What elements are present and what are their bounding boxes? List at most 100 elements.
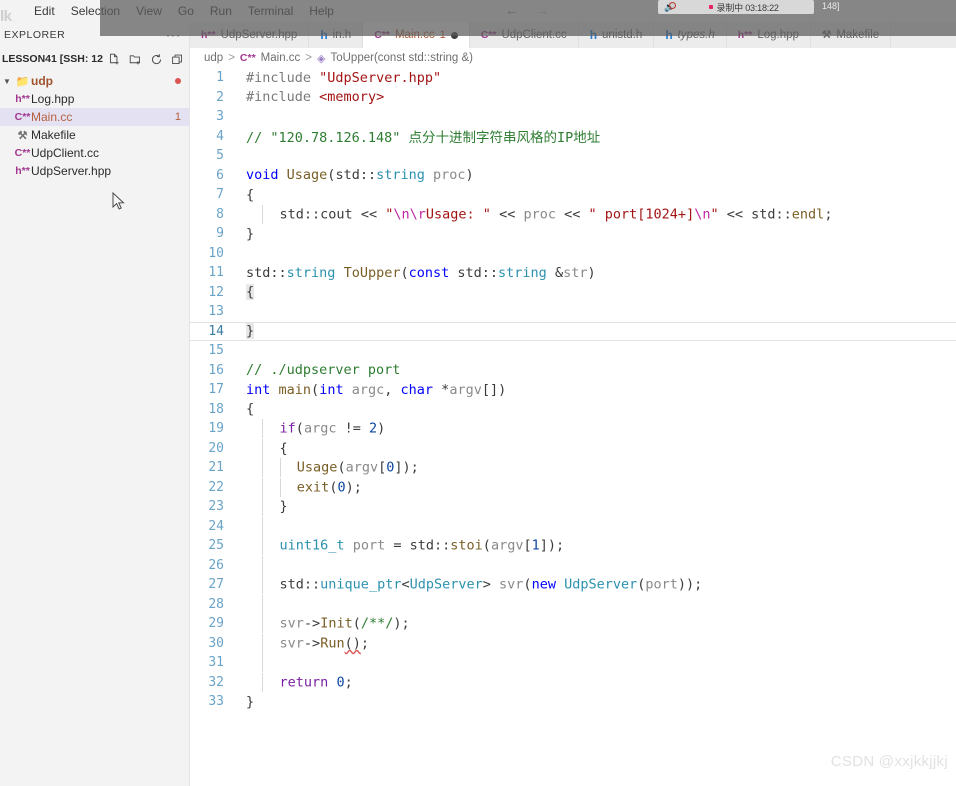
new-folder-icon[interactable]	[129, 53, 142, 66]
tree-item-main-cc[interactable]: C** Main.cc 1	[0, 108, 189, 126]
tree-item-udpserver-hpp[interactable]: h** UdpServer.hpp	[0, 162, 189, 180]
workspace-root-row[interactable]: LESSON41 [SSH: 120.78....	[0, 48, 189, 70]
chevron-down-icon[interactable]: ▼	[0, 77, 14, 86]
tab-label: UdpServer.hpp	[220, 29, 298, 41]
file-tree: ▼ 📁 udp h** Log.hpp C** Main.cc 1 ⚒ Make…	[0, 72, 189, 180]
line-number: 23	[208, 499, 224, 515]
method-icon: ◈	[317, 52, 326, 65]
tab-makefile[interactable]: ⚒ Makefile	[811, 22, 892, 48]
line-number: 12	[208, 284, 224, 300]
line-content: }	[246, 323, 255, 340]
line-number: 27	[208, 577, 224, 593]
collapse-all-icon[interactable]	[171, 53, 184, 66]
folder-modified-dot	[175, 78, 181, 84]
code-line: 15	[190, 341, 956, 361]
tab-udpserver-hpp[interactable]: h** UdpServer.hpp	[190, 22, 310, 48]
workspace-root-label: LESSON41 [SSH: 120.78....	[2, 53, 103, 65]
line-number: 11	[208, 265, 224, 281]
line-content: svr->Init(/**/);	[238, 614, 410, 634]
tab-udpclient-cc[interactable]: C** UdpClient.cc	[470, 22, 579, 48]
tree-item-label: UdpClient.cc	[31, 146, 100, 160]
tab-label: UdpClient.cc	[501, 29, 567, 41]
vscode-window: lk Edit Selection View Go Run Terminal H…	[0, 0, 956, 786]
tab-main-cc[interactable]: C** Main.cc 1	[363, 22, 470, 48]
line-content: uint16_t port = std::stoi(argv[1]);	[238, 536, 564, 556]
arrow-left-icon[interactable]: ←	[505, 2, 519, 18]
recording-status: 录制中 03:18:22	[716, 2, 779, 13]
line-number: 33	[208, 694, 224, 710]
cc-file-icon: C**	[14, 111, 31, 123]
line-number: 20	[208, 440, 224, 456]
breadcrumb-item-folder[interactable]: udp	[204, 52, 223, 64]
speaker-muted-icon[interactable]: 🔊	[664, 1, 676, 13]
tab-label: Log.hpp	[757, 29, 799, 41]
line-content: void Usage(std::string proc)	[246, 167, 474, 184]
record-dot-icon	[708, 5, 713, 9]
tree-item-label: Main.cc	[31, 110, 73, 124]
new-file-icon[interactable]	[108, 53, 121, 66]
menu-item-help[interactable]: Help	[301, 0, 342, 22]
tab-unistd-h[interactable]: h unistd.h	[579, 22, 655, 48]
menu-item-run[interactable]: Run	[202, 0, 240, 22]
line-number: 4	[216, 128, 224, 144]
code-editor[interactable]: 1 #include "UdpServer.hpp" 2 #include <mem…	[190, 68, 956, 786]
code-line-current[interactable]: 14}	[190, 321, 956, 341]
line-number: 3	[216, 109, 224, 125]
line-number: 22	[208, 479, 224, 495]
tab-types-h[interactable]: h types.h	[654, 22, 727, 48]
line-number: 31	[208, 655, 224, 671]
line-number: 5	[216, 148, 224, 164]
tab-in-h[interactable]: h in.h	[309, 22, 364, 48]
tree-item-makefile[interactable]: ⚒ Makefile	[0, 126, 189, 144]
menu-item-selection[interactable]: Selection	[63, 0, 128, 22]
refresh-icon[interactable]	[150, 53, 163, 66]
tab-unsaved-dot[interactable]	[450, 31, 458, 39]
line-number: 32	[208, 674, 224, 690]
line-content: Usage(argv[0]);	[238, 458, 419, 478]
breadcrumb-item-symbol[interactable]: ToUpper(const std::string &)	[330, 52, 473, 64]
tab-label: unistd.h	[602, 29, 643, 41]
h-file-icon: h	[589, 28, 598, 42]
line-content: }	[246, 225, 255, 242]
tree-item-udpclient-cc[interactable]: C** UdpClient.cc	[0, 144, 189, 162]
code-line: 10	[190, 244, 956, 264]
line-number: 14	[208, 323, 224, 339]
app-logo: lk	[0, 8, 12, 25]
hpp-file-icon: h**	[737, 29, 753, 41]
line-content: return 0;	[238, 672, 353, 692]
menu-item-view[interactable]: View	[128, 0, 170, 22]
line-content: // ./udpserver port	[246, 362, 401, 379]
recording-toolbar[interactable]: 🔊 录制中 03:18:22	[658, 0, 814, 14]
line-number: 28	[208, 596, 224, 612]
arrow-right-icon[interactable]: →	[535, 2, 549, 18]
line-content: {	[246, 284, 255, 301]
tree-folder-udp[interactable]: ▼ 📁 udp	[0, 72, 189, 90]
breadcrumb-separator: >	[228, 52, 235, 64]
menu-item-terminal[interactable]: Terminal	[240, 0, 301, 22]
line-number: 25	[208, 538, 224, 554]
tree-item-log-hpp[interactable]: h** Log.hpp	[0, 90, 189, 108]
tab-log-hpp[interactable]: h** Log.hpp	[727, 22, 811, 48]
code-line: 29 svr->Init(/**/);	[190, 614, 956, 634]
line-number: 30	[208, 635, 224, 651]
code-line: 27 std::unique_ptr<UdpServer> svr(new Ud…	[190, 575, 956, 595]
menu-item-edit[interactable]: Edit	[26, 0, 63, 22]
breadcrumb-item-file[interactable]: Main.cc	[261, 52, 301, 64]
menu-item-go[interactable]: Go	[170, 0, 202, 22]
line-number: 1	[216, 70, 224, 86]
explorer-more-actions-icon[interactable]: ···	[166, 28, 181, 42]
tab-label: in.h	[332, 29, 352, 41]
code-line: 25 uint16_t port = std::stoi(argv[1]);	[190, 536, 956, 556]
code-line: 18 {	[190, 400, 956, 420]
line-content	[238, 653, 264, 673]
makefile-icon: ⚒	[821, 29, 832, 41]
code-line: 32 return 0;	[190, 672, 956, 693]
line-content: }	[238, 497, 288, 517]
h-file-icon: h	[320, 28, 328, 42]
code-line: 20 {	[190, 438, 956, 459]
folder-icon: 📁	[15, 75, 30, 88]
tree-item-badge: 1	[174, 111, 181, 123]
tree-item-label: Log.hpp	[31, 92, 75, 106]
line-number: 6	[216, 167, 224, 183]
code-line: 2 #include <memory>	[190, 88, 956, 108]
